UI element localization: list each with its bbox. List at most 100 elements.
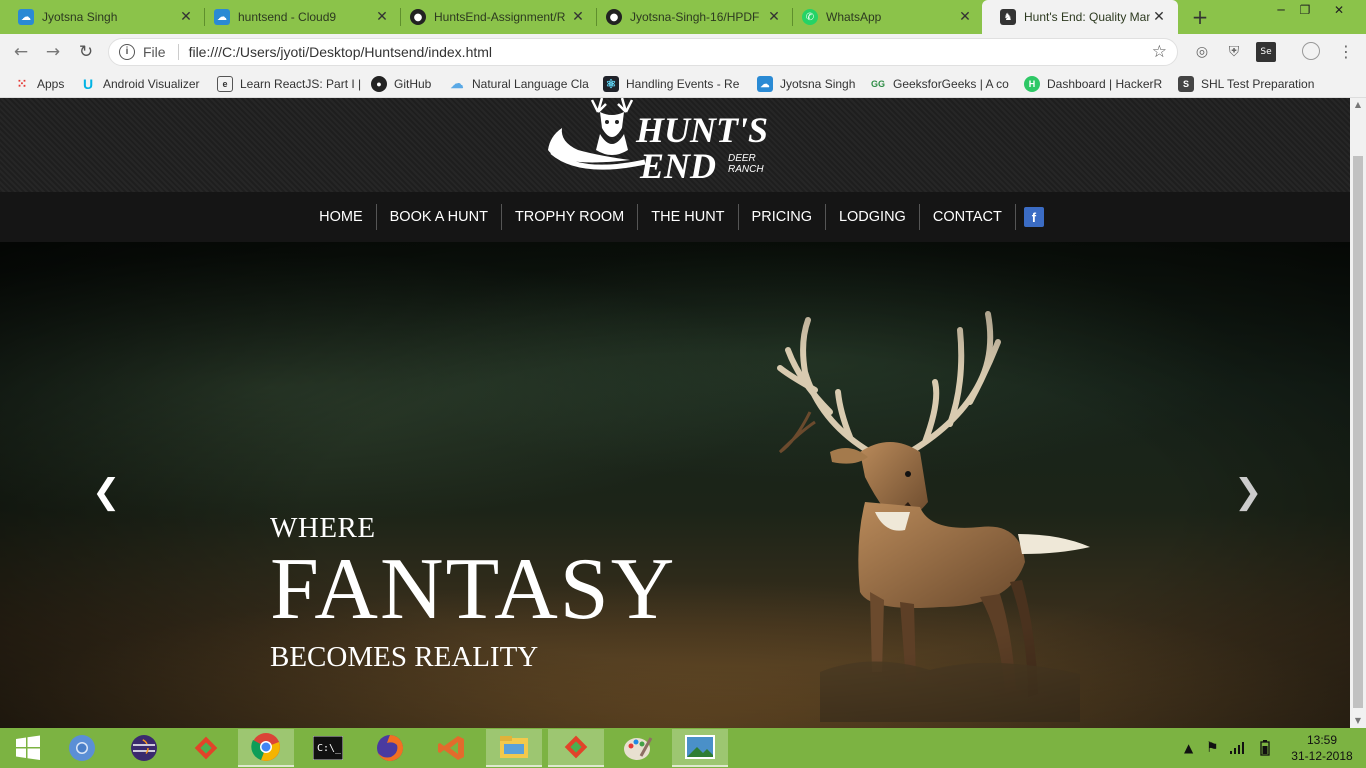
shl-icon: S	[1178, 76, 1194, 92]
nav-trophy-room[interactable]: TROPHY ROOM	[502, 204, 639, 230]
tab-title: WhatsApp	[826, 10, 882, 24]
bookmark-item[interactable]: ⚛ Handling Events - Re	[603, 75, 739, 93]
bookmark-item[interactable]: GG GeeksforGeeks | A co	[870, 75, 1009, 93]
bookmark-star-icon[interactable]: ☆	[1152, 42, 1167, 62]
close-icon[interactable]: ✕	[1150, 9, 1168, 25]
browser-tab[interactable]: ● HuntsEnd-Assignment/R ✕	[392, 0, 597, 34]
site-header: HUNT'S END DEER RANCH	[0, 98, 1350, 192]
browser-tab[interactable]: ☁ Jyotsna Singh ✕	[0, 0, 205, 34]
photos-icon[interactable]	[672, 729, 728, 767]
nav-book-a-hunt[interactable]: BOOK A HUNT	[377, 204, 502, 230]
eclipse-icon[interactable]	[116, 729, 172, 767]
browser-tab-active[interactable]: ♞ Hunt's End: Quality Man ✕	[982, 0, 1178, 34]
bookmark-item[interactable]: ⁙ Apps	[14, 75, 65, 93]
forward-button[interactable]: →	[41, 40, 65, 64]
browser-toolbar: ← → ↻ i File file:///C:/Users/jyoti/Desk…	[0, 34, 1366, 70]
extension-icon[interactable]: ◎	[1192, 42, 1212, 62]
git-gui-icon[interactable]	[178, 729, 234, 767]
visual-studio-icon[interactable]	[424, 729, 480, 767]
nav-the-hunt[interactable]: THE HUNT	[638, 204, 739, 230]
hero-caption: WHERE FANTASY BECOMES REALITY	[270, 512, 676, 674]
reload-button[interactable]: ↻	[74, 40, 98, 64]
browser-tab[interactable]: ● Jyotsna-Singh-16/HPDF ✕	[588, 0, 793, 34]
browser-tab[interactable]: ✆ WhatsApp ✕	[784, 0, 984, 34]
scroll-down-arrow-icon[interactable]: ▼	[1350, 714, 1366, 728]
network-icon[interactable]	[1230, 728, 1246, 768]
logo-text-end: END	[639, 146, 716, 186]
battery-icon[interactable]	[1260, 728, 1270, 768]
hunts-end-logo[interactable]: HUNT'S END DEER RANCH	[540, 98, 790, 188]
logo-text-hunts: HUNT'S	[635, 110, 768, 150]
address-bar[interactable]: i File file:///C:/Users/jyoti/Desktop/Hu…	[108, 38, 1178, 66]
profile-avatar[interactable]	[1302, 42, 1320, 60]
bookmark-item[interactable]: H Dashboard | HackerR	[1024, 75, 1162, 93]
logo-text-deer: DEER	[728, 153, 756, 164]
tab-title: Jyotsna Singh	[42, 10, 118, 24]
action-center-flag-icon[interactable]: ⚑	[1206, 728, 1219, 768]
browser-tab-strip: ☁ Jyotsna Singh ✕ ☁ huntsend - Cloud9 ✕ …	[0, 0, 1366, 34]
url-text[interactable]: file:///C:/Users/jyoti/Desktop/Huntsend/…	[189, 44, 492, 60]
git-gui-icon[interactable]	[548, 729, 604, 767]
selenium-extension-icon[interactable]: Se	[1256, 42, 1276, 62]
bookmark-item[interactable]: S SHL Test Preparation	[1178, 75, 1314, 93]
back-button[interactable]: ←	[9, 40, 33, 64]
github-icon: ●	[410, 9, 426, 25]
github-icon: ●	[371, 76, 387, 92]
tab-title: HuntsEnd-Assignment/R	[434, 10, 566, 24]
nav-home[interactable]: HOME	[306, 204, 377, 230]
firefox-icon[interactable]	[362, 729, 418, 767]
browser-tab[interactable]: ☁ huntsend - Cloud9 ✕	[196, 0, 401, 34]
bookmark-item[interactable]: ☁ Natural Language Cla	[449, 75, 589, 93]
tab-title: Jyotsna-Singh-16/HPDF	[630, 10, 760, 24]
scroll-up-arrow-icon[interactable]: ▲	[1350, 98, 1366, 112]
bookmark-item[interactable]: ☁ Jyotsna Singh	[757, 75, 855, 93]
windows-taskbar: C:\_ ▲ ⚑ 13:59 31-12-2018	[0, 728, 1366, 768]
shield-icon[interactable]: ⛨	[1224, 42, 1244, 62]
nav-contact[interactable]: CONTACT	[920, 204, 1016, 230]
page-scrollbar[interactable]: ▲ ▼	[1350, 98, 1366, 728]
carousel-next-button[interactable]: ❯	[1234, 472, 1263, 512]
nav-pricing[interactable]: PRICING	[739, 204, 826, 230]
site-icon: ♞	[1000, 9, 1016, 25]
clock-date: 31-12-2018	[1291, 749, 1353, 763]
chromium-icon[interactable]	[54, 729, 110, 767]
logo-text-ranch: RANCH	[728, 164, 764, 175]
bookmarks-bar: ⁙ Apps U Android Visualizer e Learn Reac…	[0, 70, 1366, 98]
close-icon[interactable]: ✕	[177, 9, 195, 25]
close-window-button[interactable]: ✕	[1322, 0, 1356, 22]
carousel-prev-button[interactable]: ❮	[92, 472, 121, 512]
start-icon[interactable]	[0, 729, 56, 767]
svg-text:C:\_: C:\_	[317, 743, 342, 754]
facebook-icon[interactable]: f	[1023, 207, 1044, 227]
scrollbar-thumb[interactable]	[1353, 156, 1363, 708]
tab-title: Hunt's End: Quality Man	[1024, 10, 1150, 24]
info-icon[interactable]: i	[119, 44, 135, 60]
close-icon[interactable]: ✕	[569, 9, 587, 25]
terminal-icon[interactable]: C:\_	[300, 729, 356, 767]
file-explorer-icon[interactable]	[486, 729, 542, 767]
close-icon[interactable]: ✕	[765, 9, 783, 25]
bookmark-item[interactable]: e Learn ReactJS: Part I |	[217, 75, 361, 93]
hero-line-fantasy: FANTASY	[270, 541, 677, 638]
close-icon[interactable]: ✕	[956, 9, 974, 25]
close-icon[interactable]: ✕	[373, 9, 391, 25]
restore-button[interactable]: ❐	[1288, 0, 1322, 22]
menu-icon[interactable]: ⋮	[1336, 42, 1356, 62]
paint-icon[interactable]	[610, 729, 666, 767]
gfg-icon: GG	[870, 79, 885, 89]
page-icon: e	[217, 76, 233, 92]
udacity-icon: U	[82, 76, 94, 92]
cloud9-icon: ☁	[18, 9, 34, 25]
nav-lodging[interactable]: LODGING	[826, 204, 920, 230]
system-clock[interactable]: 13:59 31-12-2018	[1290, 732, 1354, 764]
react-icon: ⚛	[603, 76, 619, 92]
web-page: HUNT'S END DEER RANCH HOME BOOK A HUNT T…	[0, 98, 1350, 728]
new-tab-button[interactable]: +	[1188, 5, 1212, 29]
chrome-icon[interactable]	[238, 729, 294, 767]
show-hidden-icons-button[interactable]: ▲	[1184, 728, 1193, 768]
bookmark-item[interactable]: U Android Visualizer	[80, 75, 200, 93]
whatsapp-icon: ✆	[802, 9, 818, 25]
bookmark-item[interactable]: ● GitHub	[371, 75, 431, 93]
apps-grid-icon: ⁙	[16, 76, 28, 91]
clock-time: 13:59	[1306, 733, 1338, 747]
